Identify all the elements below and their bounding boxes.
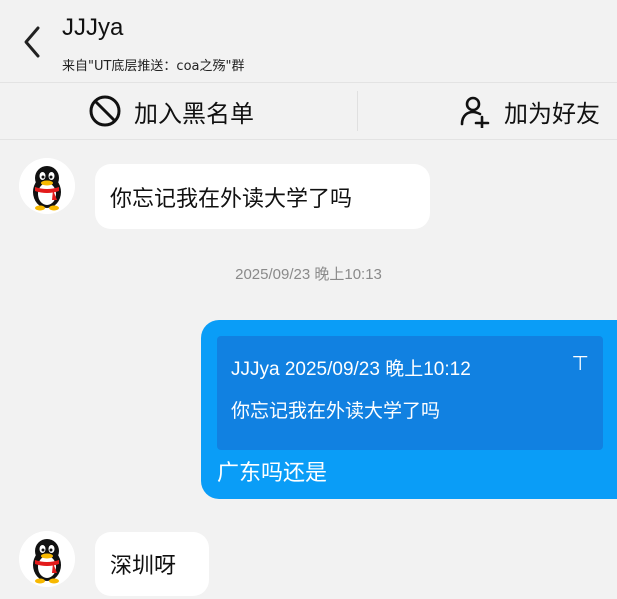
- message-bubble-outgoing[interactable]: JJJya 2025/09/23 晚上10:12 ⊤ 你忘记我在外读大学了吗 广…: [201, 320, 617, 499]
- block-button[interactable]: 加入黑名单: [88, 83, 254, 139]
- quoted-message-text: 你忘记我在外读大学了吗: [231, 400, 441, 422]
- chevron-left-icon: [24, 26, 40, 58]
- pin-top-icon: ⊤: [571, 351, 589, 375]
- chat-title: JJJya: [62, 14, 124, 41]
- penguin-avatar-icon: [19, 531, 75, 587]
- message-text: 深圳呀: [110, 554, 177, 579]
- action-bar: 加入黑名单 加为好友: [0, 82, 617, 140]
- add-friend-button-label: 加为好友: [504, 99, 600, 128]
- block-button-label: 加入黑名单: [134, 99, 254, 128]
- quoted-message[interactable]: JJJya 2025/09/23 晚上10:12 ⊤ 你忘记我在外读大学了吗: [217, 336, 603, 450]
- add-friend-button[interactable]: 加为好友: [458, 83, 600, 139]
- penguin-avatar-icon: [19, 158, 75, 214]
- add-friend-icon: [460, 96, 490, 128]
- block-icon: [89, 95, 121, 127]
- message-text: 你忘记我在外读大学了吗: [110, 186, 353, 212]
- message-bubble-incoming[interactable]: 深圳呀: [95, 532, 209, 596]
- back-button[interactable]: [16, 22, 48, 62]
- message-text: 广东吗还是: [217, 461, 328, 486]
- action-divider: [357, 91, 358, 131]
- chat-header: JJJya 来自"UT底层推送：coa之殇"群: [0, 0, 617, 82]
- message-bubble-incoming[interactable]: 你忘记我在外读大学了吗: [95, 164, 430, 229]
- quoted-message-header: JJJya 2025/09/23 晚上10:12: [231, 359, 471, 380]
- chat-subtitle: 来自"UT底层推送：coa之殇"群: [62, 59, 245, 74]
- avatar[interactable]: [19, 158, 75, 214]
- avatar[interactable]: [19, 531, 75, 587]
- message-timestamp: 2025/09/23 晚上10:13: [235, 266, 382, 283]
